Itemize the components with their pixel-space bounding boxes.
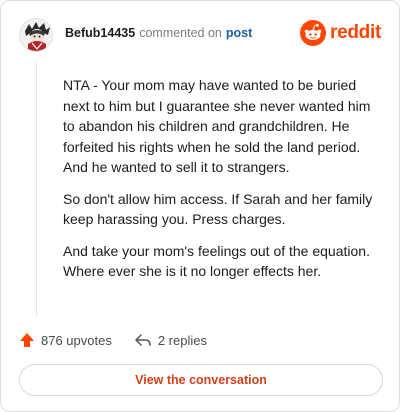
anime-character-avatar-icon <box>20 19 52 51</box>
comment-header: Befub14435 commented on post reddit <box>19 17 381 53</box>
action-text: commented on <box>139 26 222 40</box>
reddit-snoo-icon <box>300 20 327 46</box>
comment-paragraph: NTA - Your mom may have wanted to be bur… <box>63 77 371 175</box>
comment-body: NTA - Your mom may have wanted to be bur… <box>63 75 381 293</box>
view-conversation-button[interactable]: View the conversation <box>19 364 383 396</box>
brand-wordmark: reddit <box>330 22 381 43</box>
post-link[interactable]: post <box>226 26 252 40</box>
comment-card: Befub14435 commented on post reddit NTA … <box>0 0 400 412</box>
avatar[interactable] <box>19 18 53 52</box>
username-link[interactable]: Befub14435 <box>65 26 135 40</box>
comment-paragraph: And take your mom's feelings out of the … <box>63 242 370 280</box>
comment-paragraph: So don't allow him access. If Sarah and … <box>63 190 373 228</box>
upvote-arrow-icon <box>20 333 34 347</box>
upvote-button[interactable]: 876 upvotes <box>19 332 112 348</box>
replies-button[interactable]: 2 replies <box>134 332 207 348</box>
reply-count: 2 replies <box>157 332 207 348</box>
comment-actions: 876 upvotes 2 replies <box>19 329 207 351</box>
thread-line <box>36 61 37 316</box>
reply-arrow-icon <box>135 334 151 346</box>
upvote-count: 876 upvotes <box>41 332 112 348</box>
comment-meta: Befub14435 commented on post <box>65 26 252 40</box>
reddit-logo[interactable]: reddit <box>300 20 381 46</box>
